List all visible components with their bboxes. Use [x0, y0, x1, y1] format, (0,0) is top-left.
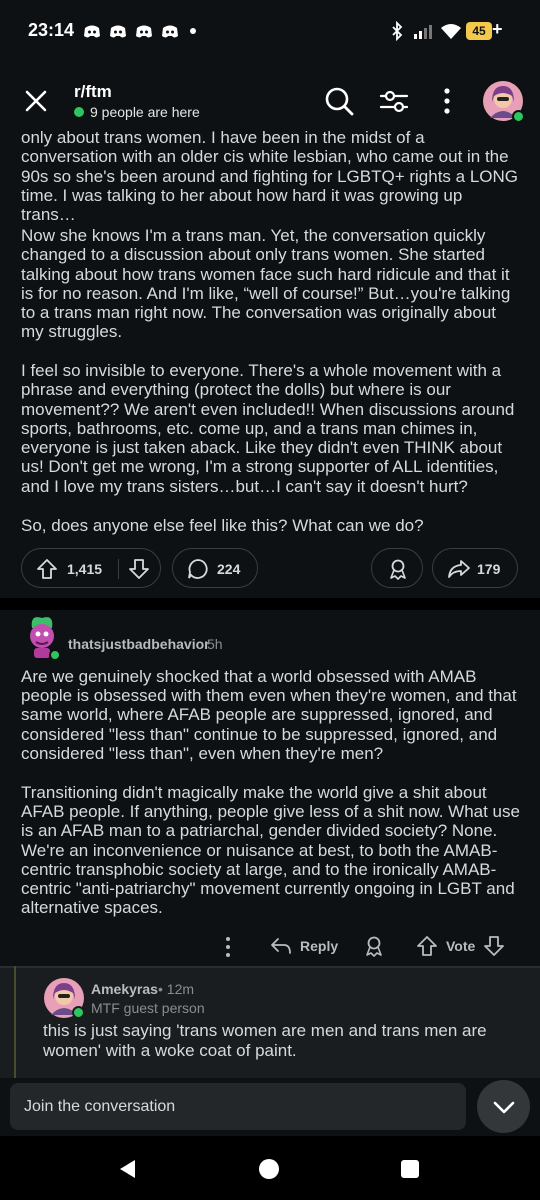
comment-upvote-icon[interactable] — [416, 935, 438, 957]
discord-icon — [136, 25, 152, 38]
reply-top-border — [0, 966, 540, 968]
discord-icon — [162, 25, 178, 38]
back-icon[interactable] — [117, 1158, 139, 1180]
bluetooth-icon — [392, 21, 403, 41]
more-notifications-dot — [190, 28, 196, 34]
comment-paragraph-1: Are we genuinely shocked that a world ob… — [21, 667, 517, 763]
online-count-overlay: 9 people are here — [74, 104, 200, 120]
post-paragraph-1: only about trans women. I have been in t… — [21, 128, 519, 225]
post-vote-pill: 1,415 — [21, 548, 161, 588]
upvote-icon[interactable] — [36, 558, 58, 580]
reply-author[interactable]: Amekyras — [91, 981, 158, 997]
award-icon — [390, 559, 406, 580]
commenter-online-dot — [49, 649, 61, 661]
online-dot — [74, 107, 84, 117]
post-comment-count: 224 — [217, 561, 241, 577]
comment-author[interactable]: thatsjustbadbehavior — [68, 636, 210, 652]
downvote-icon[interactable] — [128, 558, 150, 580]
reply-age-row: • 12m — [158, 981, 195, 997]
filter-icon[interactable] — [379, 86, 409, 116]
online-status-dot — [512, 110, 525, 123]
comment-paragraph-2: Transitioning didn't magically make the … — [21, 783, 520, 918]
post-share-count: 179 — [477, 561, 501, 577]
reply-age: 12m — [166, 981, 195, 997]
nested-reply: Amekyras • 12m MTF guest person this is … — [0, 966, 540, 1078]
search-icon[interactable] — [324, 86, 354, 116]
join-conversation-input[interactable]: Join the conversation — [10, 1083, 466, 1130]
post-comment-divider — [0, 598, 540, 610]
home-icon[interactable] — [258, 1158, 280, 1180]
comment-downvote-icon[interactable] — [483, 935, 505, 957]
thread-line — [14, 966, 16, 1078]
battery-level: 45 — [466, 22, 492, 40]
close-icon[interactable] — [24, 89, 48, 113]
vote-label: Vote — [446, 938, 476, 954]
comment-icon — [188, 559, 208, 579]
post-comments-button[interactable]: 224 — [172, 548, 258, 588]
recents-icon[interactable] — [400, 1159, 420, 1179]
reply-text: this is just saying 'trans women are men… — [43, 1021, 487, 1060]
post-vote-count: 1,415 — [67, 561, 103, 577]
comment-age: 5h — [207, 636, 223, 652]
commenter-avatar[interactable] — [22, 614, 62, 661]
status-bar: 23:14 45 + — [0, 0, 540, 64]
online-count-text: 9 people are here — [90, 104, 200, 120]
vote-divider — [118, 559, 119, 579]
charging-indicator: + — [492, 19, 503, 39]
comment-more-icon[interactable] — [222, 936, 234, 958]
subreddit-name-overlay[interactable]: r/ftm — [74, 82, 112, 102]
discord-icon — [110, 25, 126, 38]
reply-avatar[interactable] — [43, 977, 85, 1019]
reply-flair: MTF guest person — [91, 1000, 205, 1016]
post-paragraph-2: Now she knows I'm a trans man. Yet, the … — [21, 226, 511, 342]
system-nav-bar — [0, 1136, 540, 1200]
post-share-button[interactable]: 179 — [432, 548, 518, 588]
more-options-icon[interactable] — [440, 86, 454, 116]
reply-label: Reply — [300, 938, 339, 954]
discord-icon — [84, 25, 100, 38]
comment-award-icon[interactable] — [363, 935, 385, 957]
post-paragraph-3: I feel so invisible to everyone. There's… — [21, 361, 515, 496]
post-paragraph-4: So, does anyone else feel like this? Wha… — [21, 516, 424, 535]
scroll-down-button[interactable] — [477, 1080, 530, 1133]
wifi-icon — [441, 24, 461, 39]
comment-vote-controls: Vote — [416, 935, 505, 957]
signal-icon — [414, 25, 432, 39]
share-icon — [448, 560, 470, 578]
reply-online-dot — [72, 1006, 85, 1019]
chevron-down-icon — [493, 1101, 515, 1114]
status-time: 23:14 — [28, 20, 75, 40]
user-avatar[interactable] — [482, 80, 525, 123]
comment-reply-button[interactable]: Reply — [270, 935, 338, 957]
post-award-button[interactable] — [371, 548, 423, 588]
reply-icon — [271, 938, 291, 954]
